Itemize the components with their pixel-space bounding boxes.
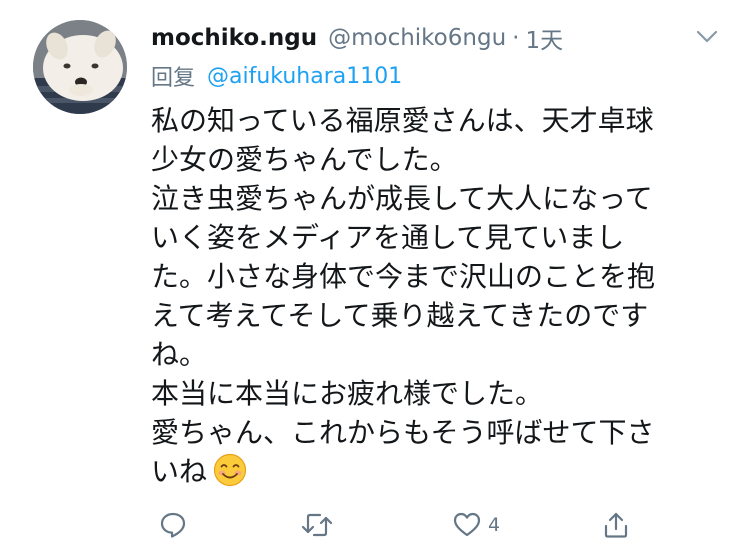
- tweet-text-line: た。小さな身体で今まで沢山のことを抱: [151, 260, 656, 293]
- tweet-text-line: えて考えてそして乗り越えてきたのです: [151, 299, 649, 332]
- display-name[interactable]: mochiko.ngu: [151, 25, 317, 51]
- tweet-text-fragment: いね: [151, 455, 208, 488]
- tweet-text-line: ね。: [151, 338, 208, 371]
- reply-button[interactable]: [158, 510, 188, 540]
- user-handle[interactable]: @mochiko6ngu: [328, 25, 506, 51]
- smiling-face-emoji: [213, 453, 247, 487]
- dog-avatar-image: [33, 20, 127, 114]
- timestamp[interactable]: 1天: [525, 21, 563, 55]
- avatar[interactable]: [33, 20, 127, 114]
- reply-label: 回复: [151, 66, 196, 91]
- tweet-card: mochiko.ngu @mochiko6ngu · 1天 回复 @aifuku…: [0, 0, 750, 548]
- reply-context: 回复 @aifukuhara1101: [151, 58, 402, 94]
- reply-target-link[interactable]: @aifukuhara1101: [207, 64, 402, 89]
- tweet-menu-button[interactable]: [692, 24, 722, 48]
- tweet-text-line-last: いね: [151, 452, 731, 491]
- tweet-actions: 4: [0, 500, 750, 548]
- reply-icon: [160, 512, 186, 538]
- tweet-text-line: いく姿をメディアを通して見ていまし: [151, 221, 625, 254]
- tweet-text-line: 少女の愛ちゃんでした。: [151, 143, 458, 176]
- tweet-text: 私の知っている福原愛さんは、天才卓球 少女の愛ちゃんでした。 泣き虫愛ちゃんが成…: [151, 101, 731, 491]
- tweet-text-line: 愛ちゃん、これからもそう呼ばせて下さ: [151, 416, 655, 449]
- share-icon: [604, 512, 628, 538]
- tweet-header: mochiko.ngu @mochiko6ngu · 1天: [151, 18, 563, 58]
- retweet-icon: [301, 513, 333, 537]
- like-button[interactable]: 4: [452, 510, 500, 540]
- retweet-button[interactable]: [300, 510, 334, 540]
- tweet-text-line: 私の知っている福原愛さんは、天才卓球: [151, 104, 654, 137]
- separator-dot: ·: [512, 25, 520, 51]
- tweet-text-line: 泣き虫愛ちゃんが成長して大人になって: [151, 182, 653, 215]
- tweet-text-line: 本当に本当にお疲れ様でした。: [151, 377, 544, 410]
- share-button[interactable]: [601, 510, 631, 540]
- like-count: 4: [488, 514, 501, 536]
- heart-icon: [453, 512, 481, 537]
- chevron-down-icon: [696, 30, 718, 43]
